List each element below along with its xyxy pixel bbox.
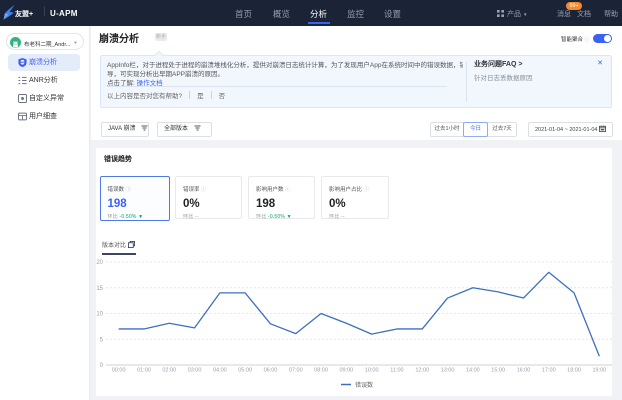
svg-text:13:00: 13:00 [441, 368, 455, 374]
svg-text:18:00: 18:00 [567, 368, 581, 374]
svg-text:15: 15 [96, 286, 103, 292]
svg-text:09:00: 09:00 [339, 368, 353, 374]
svg-text:0: 0 [100, 363, 104, 369]
svg-text:20: 20 [96, 260, 103, 266]
svg-text:00:00: 00:00 [112, 368, 126, 374]
svg-text:04:00: 04:00 [213, 368, 227, 374]
svg-text:10: 10 [96, 312, 103, 318]
svg-text:10:00: 10:00 [365, 368, 379, 374]
svg-text:11:00: 11:00 [390, 368, 403, 374]
svg-text:17:00: 17:00 [542, 368, 556, 374]
svg-text:错误数: 错误数 [355, 381, 373, 389]
svg-text:07:00: 07:00 [289, 368, 303, 374]
svg-text:16:00: 16:00 [517, 368, 531, 374]
svg-text:19:00: 19:00 [592, 368, 606, 374]
svg-text:08:00: 08:00 [314, 368, 328, 374]
svg-text:02:00: 02:00 [162, 368, 176, 374]
svg-text:12:00: 12:00 [415, 368, 429, 374]
svg-text:14:00: 14:00 [466, 368, 480, 374]
svg-text:05:00: 05:00 [238, 368, 252, 374]
svg-text:15:00: 15:00 [491, 368, 505, 374]
svg-text:5: 5 [100, 337, 104, 343]
svg-text:03:00: 03:00 [188, 368, 202, 374]
svg-text:01:00: 01:00 [137, 368, 151, 374]
svg-text:06:00: 06:00 [264, 368, 278, 374]
